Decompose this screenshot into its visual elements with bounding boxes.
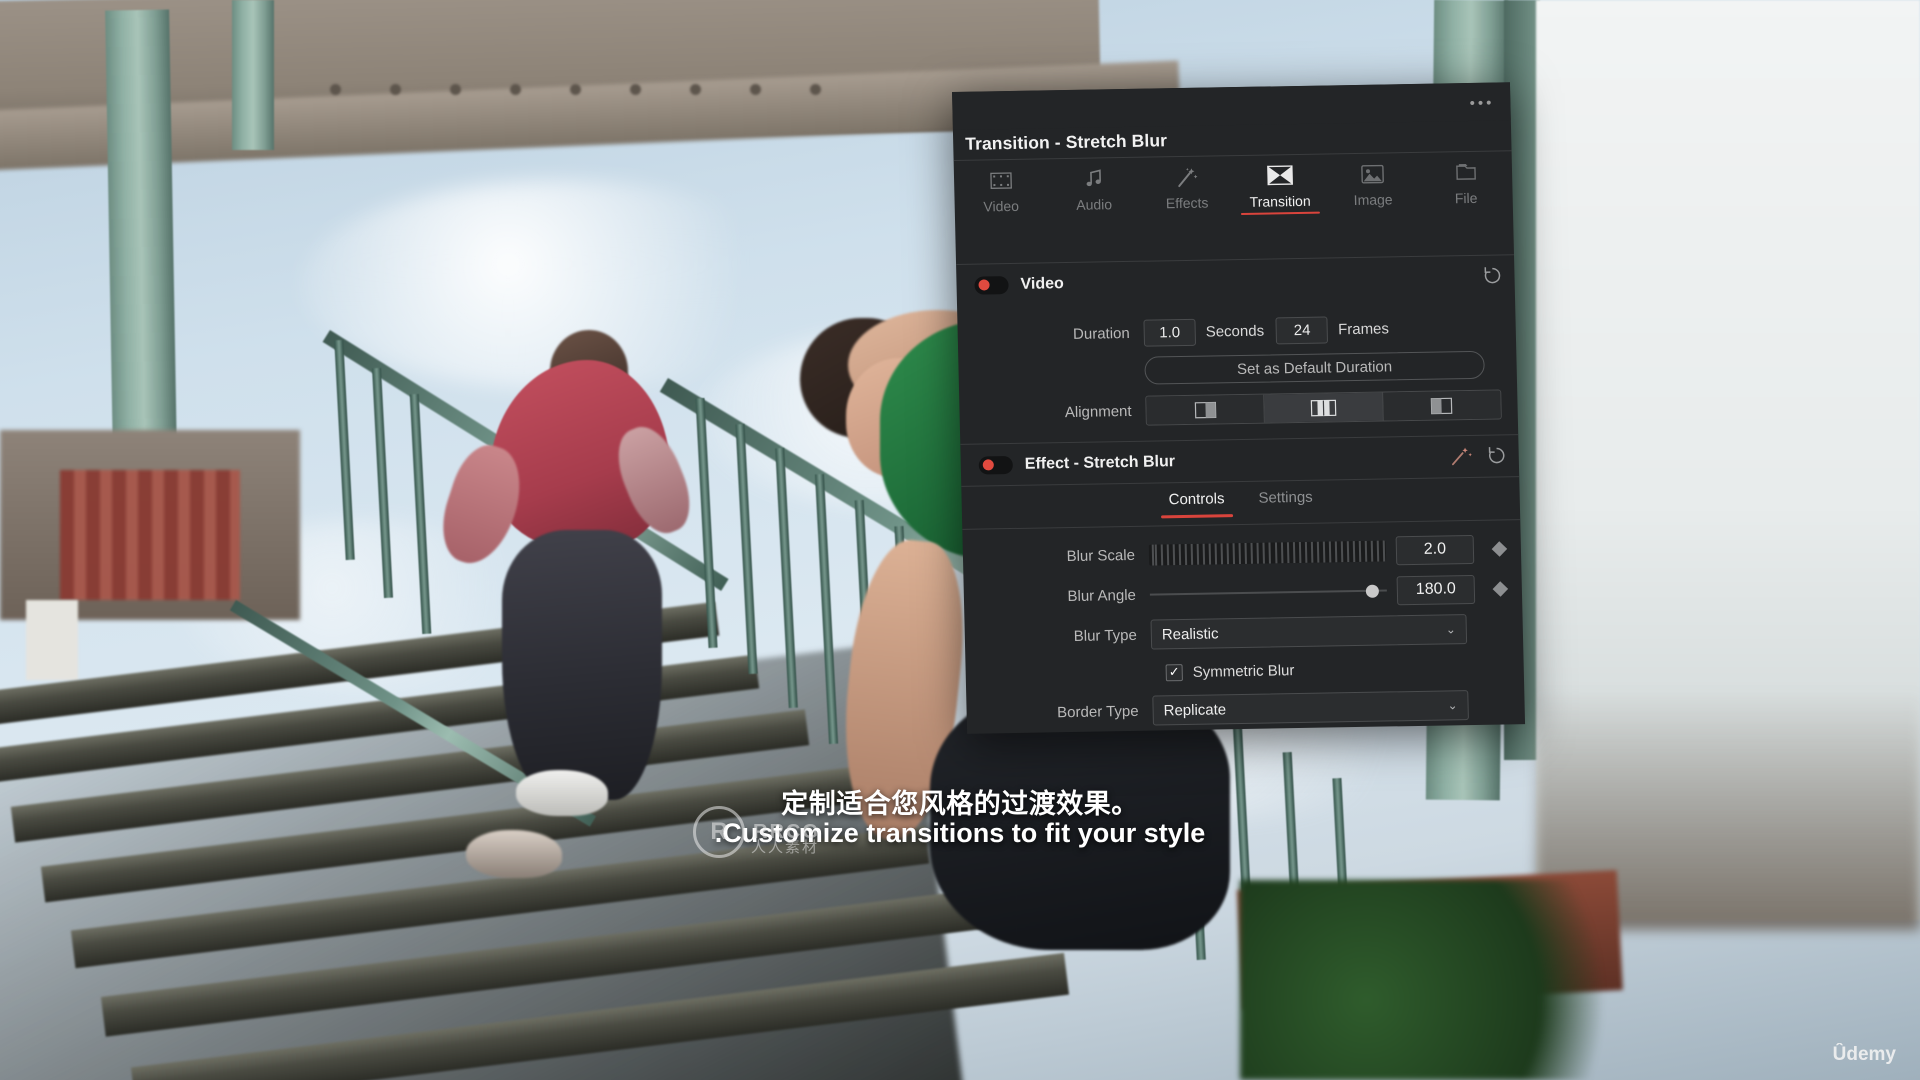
watermark-brand-cn: 人人素材 <box>751 839 820 856</box>
alignment-end-on-cut[interactable] <box>1146 394 1266 425</box>
alignment-row[interactable]: Alignment <box>959 382 1518 436</box>
inspector-tabbar[interactable]: Video Audio Effects Transition Image Fil… <box>953 150 1514 226</box>
duration-label: Duration <box>1072 324 1130 343</box>
blur-angle-slider[interactable] <box>1149 580 1387 605</box>
roof-dot-row <box>330 84 850 100</box>
blur-scale-label: Blur Scale <box>1066 546 1136 565</box>
subtab-controls[interactable]: Controls <box>1164 490 1228 518</box>
music-note-icon <box>1083 165 1104 191</box>
video-enable-toggle[interactable] <box>974 275 1009 295</box>
chevron-down-icon: ⌄ <box>1445 622 1456 637</box>
udemy-logo: Ûdemy <box>1832 1044 1896 1065</box>
film-strip-icon <box>989 167 1012 193</box>
tab-label: Transition <box>1249 192 1311 210</box>
effect-enable-toggle[interactable] <box>978 455 1014 475</box>
file-icon <box>1454 159 1477 185</box>
tab-label: Image <box>1353 191 1393 209</box>
image-icon <box>1361 160 1385 186</box>
border-type-value: Replicate <box>1163 700 1227 719</box>
watermark-logo-icon: R <box>693 806 745 858</box>
ellipsis-icon[interactable]: ••• <box>1469 95 1494 112</box>
effect-subtabs[interactable]: Controls Settings <box>961 476 1521 530</box>
keyframe-wand-icon[interactable] <box>1450 446 1473 470</box>
transition-icon <box>1266 162 1293 188</box>
blur-scale-slider[interactable] <box>1148 539 1387 566</box>
tab-transition[interactable]: Transition <box>1233 154 1328 221</box>
video-section-header: Video <box>956 254 1515 306</box>
blur-type-value: Realistic <box>1161 624 1219 643</box>
symmetric-blur-checkbox[interactable]: ✓ <box>1165 663 1183 681</box>
tab-label: Effects <box>1165 194 1209 212</box>
blur-angle-label: Blur Angle <box>1067 586 1137 605</box>
blur-type-dropdown[interactable]: Realistic ⌄ <box>1150 614 1468 650</box>
blur-angle-value[interactable]: 180.0 <box>1396 574 1476 605</box>
duration-seconds-input[interactable]: 1.0 <box>1143 318 1197 347</box>
pillar <box>232 0 274 150</box>
alignment-segmented-control[interactable] <box>1145 389 1502 426</box>
foliage <box>1240 880 1660 1080</box>
page-title: Transition - Stretch Blur <box>964 130 1168 154</box>
border-type-label: Border Type <box>1056 702 1139 721</box>
tab-label: Audio <box>1076 196 1113 213</box>
duration-frames-input[interactable]: 24 <box>1275 315 1329 344</box>
border-type-dropdown[interactable]: Replicate ⌄ <box>1152 690 1469 726</box>
chevron-down-icon: ⌄ <box>1447 698 1458 713</box>
inspector-panel[interactable]: ••• Transition - Stretch Blur Video Audi… <box>952 82 1526 734</box>
set-as-default-duration-button[interactable]: Set as Default Duration <box>1144 350 1485 385</box>
screen-root: ••• Transition - Stretch Blur Video Audi… <box>0 0 1920 1080</box>
subtitle-english: .Customize transitions to fit your style <box>714 818 1206 848</box>
tab-audio[interactable]: Audio <box>1047 158 1142 225</box>
blur-scale-value[interactable]: 2.0 <box>1395 534 1475 565</box>
tab-label: Video <box>983 197 1020 215</box>
alignment-center-on-cut[interactable] <box>1264 392 1384 423</box>
alignment-start-on-cut[interactable] <box>1382 390 1501 421</box>
tab-label: File <box>1454 189 1478 207</box>
reset-icon[interactable] <box>1482 265 1503 289</box>
blur-scale-keyframe-button[interactable] <box>1491 540 1508 557</box>
tab-video[interactable]: Video <box>954 159 1049 226</box>
tab-effects[interactable]: Effects <box>1140 156 1235 223</box>
alignment-label: Alignment <box>1064 402 1132 421</box>
video-section-title: Video <box>1020 274 1065 293</box>
runner-foreground <box>430 330 702 878</box>
reset-icon[interactable] <box>1486 445 1507 469</box>
tab-image[interactable]: Image <box>1326 153 1421 220</box>
tab-file[interactable]: File <box>1419 151 1514 218</box>
effect-section-title: Effect - Stretch Blur <box>1024 452 1176 473</box>
magic-wand-icon <box>1175 164 1198 190</box>
watermark: R RRCG 人人素材 <box>693 806 820 858</box>
blur-angle-keyframe-button[interactable] <box>1492 580 1509 597</box>
subtitle-chinese: 定制适合您风格的过渡效果。 <box>781 789 1139 819</box>
symmetric-blur-label: Symmetric Blur <box>1192 661 1295 681</box>
subtab-settings[interactable]: Settings <box>1254 488 1317 516</box>
frames-unit-label: Frames <box>1337 319 1390 338</box>
seconds-unit-label: Seconds <box>1205 322 1265 341</box>
blur-type-label: Blur Type <box>1073 626 1138 645</box>
